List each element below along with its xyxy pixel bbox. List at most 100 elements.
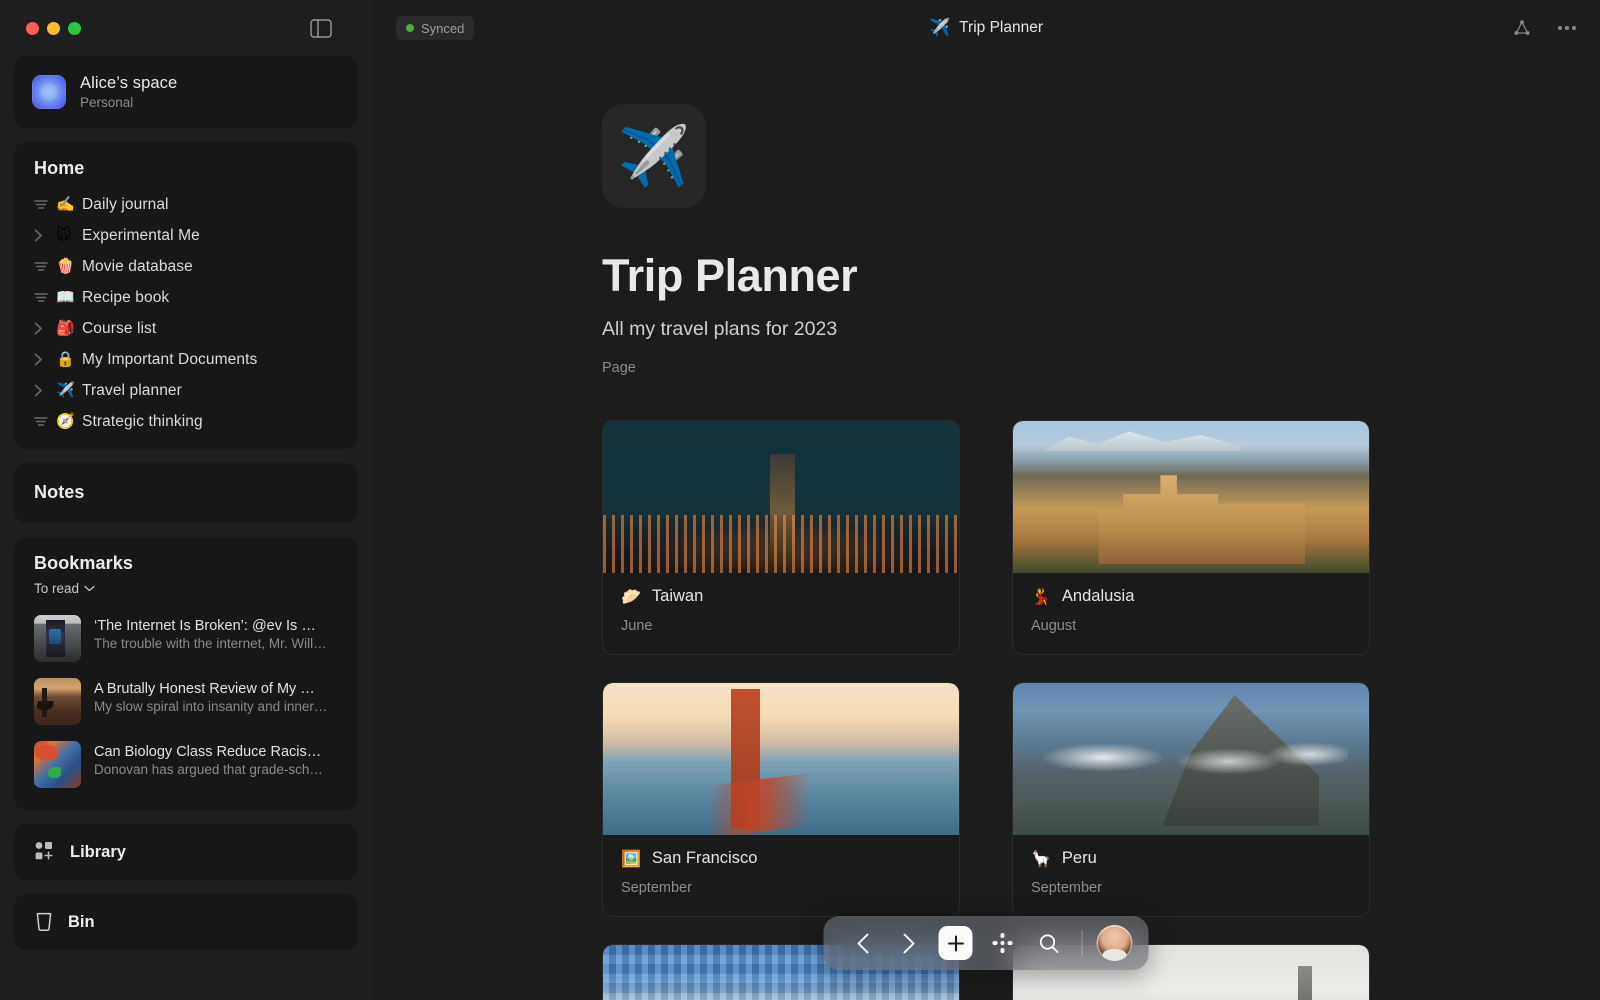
sidebar-item-emoji: 🧭	[56, 414, 82, 429]
app-window: Alice’s space Personal Home ✍️Daily jour…	[0, 0, 1600, 1000]
space-type: Personal	[80, 95, 177, 110]
bookmarks-section-title: Bookmarks	[34, 553, 338, 574]
trip-card-image	[1013, 421, 1369, 573]
sidebar-item-label: Movie database	[82, 258, 193, 276]
trip-card-image	[603, 421, 959, 573]
bookmarks-list: ‘The Internet Is Broken’: @ev Is …The tr…	[14, 607, 358, 796]
close-button[interactable]	[26, 22, 39, 35]
trip-card[interactable]: 🥟TaiwanJune	[602, 420, 960, 655]
sidebar-item-daily-journal[interactable]: ✍️Daily journal	[14, 189, 358, 220]
page-type-label: Page	[602, 360, 1370, 376]
trip-card-month: September	[621, 880, 941, 896]
bookmark-thumbnail	[34, 741, 81, 788]
sidebar-item-library[interactable]: Library	[14, 824, 358, 880]
chevron-right-icon[interactable]	[34, 353, 56, 366]
window-titlebar	[14, 0, 358, 56]
traffic-lights[interactable]	[18, 22, 81, 35]
trip-card[interactable]: 🦙PeruSeptember	[1012, 682, 1370, 917]
sidebar-item-recipe-book[interactable]: 📖Recipe book	[14, 282, 358, 313]
sidebar-item-emoji: ✈️	[56, 383, 82, 398]
bookmark-item[interactable]: ‘The Internet Is Broken’: @ev Is …The tr…	[14, 607, 358, 670]
page-title[interactable]: Trip Planner	[602, 250, 1370, 302]
trip-card-month: June	[621, 618, 941, 634]
chevron-down-icon	[84, 579, 95, 597]
sidebar-item-bin[interactable]: Bin	[14, 894, 358, 950]
bookmarks-section: Bookmarks To read ‘The Internet Is Broke…	[14, 537, 358, 810]
list-lines-icon[interactable]	[34, 199, 56, 210]
sidebar-item-movie-database[interactable]: 🍿Movie database	[14, 251, 358, 282]
list-lines-icon[interactable]	[34, 292, 56, 303]
trip-card[interactable]: 🖼️ San Francisco September	[602, 682, 960, 917]
trip-cards-grid: 🥟TaiwanJune💃AndalusiaAugust🖼️San Francis…	[602, 420, 1370, 1000]
list-lines-icon[interactable]	[34, 416, 56, 427]
trip-card-title: Peru	[1062, 849, 1097, 868]
main-content: Synced ✈️ Trip Planner	[372, 0, 1600, 1000]
trip-card-image	[1013, 683, 1369, 835]
bookmark-thumbnail	[34, 678, 81, 725]
toolbar-divider	[1082, 930, 1083, 956]
top-toolbar: Synced ✈️ Trip Planner	[372, 0, 1600, 56]
minimize-button[interactable]	[47, 22, 60, 35]
chevron-right-icon[interactable]	[34, 384, 56, 397]
page-subtitle[interactable]: All my travel plans for 2023	[602, 318, 1370, 341]
space-avatar	[32, 75, 66, 109]
bookmarks-filter-label: To read	[34, 581, 79, 596]
sidebar-item-travel-planner[interactable]: ✈️Travel planner	[14, 375, 358, 406]
page-scroll-area[interactable]: ✈️ Trip Planner All my travel plans for …	[372, 56, 1600, 1000]
back-button[interactable]	[840, 916, 886, 970]
search-icon[interactable]	[1026, 916, 1072, 970]
document-title: Trip Planner	[959, 19, 1043, 37]
bookmark-thumbnail	[34, 615, 81, 662]
sidebar: Alice’s space Personal Home ✍️Daily jour…	[0, 0, 372, 1000]
more-options-icon[interactable]	[1558, 26, 1576, 30]
trip-card-title: Andalusia	[1062, 587, 1134, 606]
sidebar-item-emoji: 📖	[56, 290, 82, 305]
trip-card-image	[603, 683, 959, 835]
trip-card-title: San Francisco	[652, 849, 757, 868]
trip-card-title: Taiwan	[652, 587, 703, 606]
trash-icon	[34, 909, 54, 936]
floating-toolbar	[824, 916, 1149, 970]
bookmark-title: ‘The Internet Is Broken’: @ev Is …	[94, 618, 316, 634]
sidebar-item-emoji: 🔒	[56, 352, 82, 367]
forward-button[interactable]	[886, 916, 932, 970]
sidebar-item-strategic-thinking[interactable]: 🧭Strategic thinking	[14, 406, 358, 437]
user-avatar[interactable]	[1097, 925, 1133, 961]
bookmark-item[interactable]: A Brutally Honest Review of My …My slow …	[14, 670, 358, 733]
create-new-button[interactable]	[939, 926, 973, 960]
notes-section[interactable]: Notes	[14, 463, 358, 523]
sync-status-label: Synced	[421, 21, 464, 36]
graph-share-icon[interactable]	[1512, 18, 1532, 38]
sidebar-item-my-important-documents[interactable]: 🔒My Important Documents	[14, 344, 358, 375]
bookmark-title: A Brutally Honest Review of My …	[94, 681, 315, 697]
bookmark-item[interactable]: Can Biology Class Reduce Racis…Donovan h…	[14, 733, 358, 796]
sidebar-item-emoji: ✍️	[56, 197, 82, 212]
apps-grid-icon[interactable]	[980, 916, 1026, 970]
sync-status-badge[interactable]: Synced	[396, 16, 474, 40]
trip-card-emoji: 💃	[1031, 589, 1051, 605]
sidebar-item-experimental-me[interactable]: 🐭Experimental Me	[14, 220, 358, 251]
space-switcher[interactable]: Alice’s space Personal	[14, 56, 358, 128]
maximize-button[interactable]	[68, 22, 81, 35]
bin-label: Bin	[68, 913, 95, 932]
sidebar-item-label: Experimental Me	[82, 227, 200, 245]
sidebar-toggle-icon[interactable]	[310, 19, 332, 38]
document-title-bar: ✈️ Trip Planner	[929, 0, 1043, 56]
sidebar-item-label: Travel planner	[82, 382, 182, 400]
notes-section-title: Notes	[14, 482, 358, 503]
sidebar-item-label: Strategic thinking	[82, 413, 203, 431]
bookmarks-filter[interactable]: To read	[34, 579, 338, 597]
sidebar-item-label: Course list	[82, 320, 156, 338]
bookmark-description: Donovan has argued that grade-sch…	[94, 762, 323, 777]
list-lines-icon[interactable]	[34, 261, 56, 272]
chevron-right-icon[interactable]	[34, 322, 56, 335]
chevron-right-icon[interactable]	[34, 229, 56, 242]
trip-card[interactable]: 💃AndalusiaAugust	[1012, 420, 1370, 655]
home-tree: ✍️Daily journal🐭Experimental Me🍿Movie da…	[14, 189, 358, 437]
sidebar-item-label: Daily journal	[82, 196, 169, 214]
trip-card-emoji: 🖼️	[621, 851, 641, 867]
sidebar-item-emoji: 🍿	[56, 259, 82, 274]
sidebar-item-course-list[interactable]: 🎒Course list	[14, 313, 358, 344]
page-icon[interactable]: ✈️	[602, 104, 706, 208]
page-document: ✈️ Trip Planner All my travel plans for …	[602, 104, 1370, 1000]
